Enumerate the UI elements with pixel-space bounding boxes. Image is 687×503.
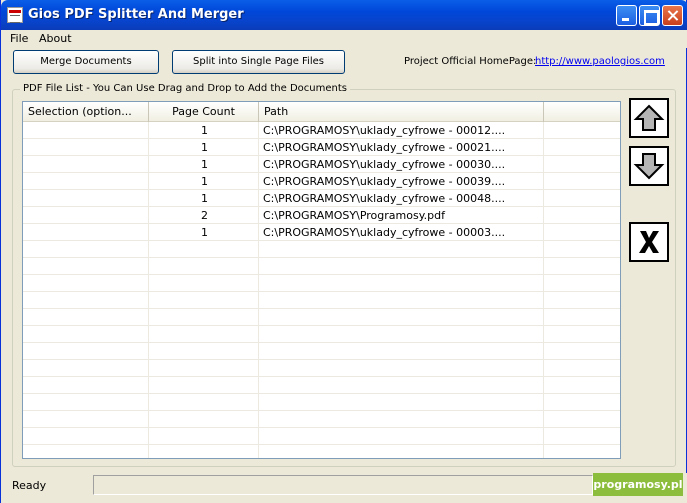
- watermark-logo: programosy.pl: [593, 473, 683, 496]
- table-row[interactable]: 1 C:\PROGRAMOSY\uklady_cyfrowe - 00003...…: [23, 224, 620, 241]
- move-up-button[interactable]: [629, 98, 669, 138]
- selection-cell: [23, 122, 149, 139]
- page-count-cell: 1: [201, 192, 208, 205]
- column-divider: [543, 122, 544, 458]
- page-count-cell: 1: [201, 226, 208, 239]
- window-title: Gios PDF Splitter And Merger: [28, 7, 244, 22]
- path-cell: C:\PROGRAMOSY\uklady_cyfrowe - 00048....: [263, 192, 506, 205]
- status-text: Ready: [12, 479, 47, 492]
- table-row[interactable]: [23, 275, 620, 292]
- menu-about[interactable]: About: [39, 32, 72, 45]
- table-row[interactable]: [23, 428, 620, 445]
- column-header-selection[interactable]: Selection (option...: [23, 102, 149, 122]
- minimize-button[interactable]: [616, 5, 637, 26]
- path-cell: C:\PROGRAMOSY\Programosy.pdf: [263, 209, 445, 222]
- table-row[interactable]: [23, 309, 620, 326]
- page-count-cell: 1: [201, 175, 208, 188]
- status-panel: [93, 475, 593, 495]
- app-window: Gios PDF Splitter And Merger File About …: [0, 0, 687, 503]
- maximize-button[interactable]: [639, 5, 660, 26]
- table-row[interactable]: 1 C:\PROGRAMOSY\uklady_cyfrowe - 00021...…: [23, 139, 620, 156]
- selection-cell: [23, 190, 149, 207]
- selection-cell: [23, 207, 149, 224]
- column-divider: [258, 122, 259, 458]
- status-bar: Ready: [1, 473, 687, 503]
- app-icon[interactable]: [7, 7, 23, 23]
- selection-cell: [23, 224, 149, 241]
- pdf-file-list[interactable]: Selection (option... Page Count Path 1 C:…: [22, 101, 621, 459]
- table-row[interactable]: 1 C:\PROGRAMOSY\uklady_cyfrowe - 00030...…: [23, 156, 620, 173]
- table-row[interactable]: [23, 241, 620, 258]
- close-button[interactable]: [662, 5, 683, 26]
- table-row[interactable]: [23, 292, 620, 309]
- table-row[interactable]: [23, 343, 620, 360]
- merge-documents-button[interactable]: Merge Documents: [13, 50, 159, 74]
- menu-file[interactable]: File: [10, 32, 28, 45]
- path-cell: C:\PROGRAMOSY\uklady_cyfrowe - 00039....: [263, 175, 506, 188]
- homepage-link[interactable]: http://www.paologios.com: [535, 56, 665, 67]
- table-row[interactable]: 1 C:\PROGRAMOSY\uklady_cyfrowe - 00048...…: [23, 190, 620, 207]
- page-count-cell: 1: [201, 141, 208, 154]
- column-divider: [148, 122, 149, 458]
- homepage-label: Project Official HomePage:: [404, 56, 537, 67]
- table-row[interactable]: [23, 326, 620, 343]
- table-row[interactable]: [23, 445, 620, 458]
- table-row[interactable]: 1 C:\PROGRAMOSY\uklady_cyfrowe - 00039...…: [23, 173, 620, 190]
- title-bar[interactable]: Gios PDF Splitter And Merger: [1, 0, 687, 30]
- selection-cell: [23, 139, 149, 156]
- selection-cell: [23, 156, 149, 173]
- split-pages-button[interactable]: Split into Single Page Files: [172, 50, 345, 74]
- selection-cell: [23, 173, 149, 190]
- path-cell: C:\PROGRAMOSY\uklady_cyfrowe - 00012....: [263, 124, 506, 137]
- column-header-page-count[interactable]: Page Count: [149, 102, 259, 122]
- table-row[interactable]: 2 C:\PROGRAMOSY\Programosy.pdf: [23, 207, 620, 224]
- page-count-cell: 2: [201, 209, 208, 222]
- table-row[interactable]: [23, 411, 620, 428]
- list-header: Selection (option... Page Count Path: [23, 102, 620, 122]
- path-cell: C:\PROGRAMOSY\uklady_cyfrowe - 00003....: [263, 226, 506, 239]
- table-row[interactable]: [23, 394, 620, 411]
- page-count-cell: 1: [201, 124, 208, 137]
- arrow-up-icon: [633, 104, 665, 131]
- table-row[interactable]: [23, 258, 620, 275]
- path-cell: C:\PROGRAMOSY\uklady_cyfrowe - 00021....: [263, 141, 506, 154]
- arrow-down-icon: [633, 153, 665, 180]
- page-count-cell: 1: [201, 158, 208, 171]
- move-down-button[interactable]: [629, 146, 669, 186]
- file-list-legend: PDF File List - You Can Use Drag and Dro…: [20, 83, 350, 94]
- path-cell: C:\PROGRAMOSY\uklady_cyfrowe - 00030....: [263, 158, 506, 171]
- remove-document-button[interactable]: [629, 222, 669, 262]
- column-header-path[interactable]: Path: [259, 102, 544, 122]
- menu-bar: File About: [1, 30, 687, 48]
- table-row[interactable]: [23, 377, 620, 394]
- table-row[interactable]: [23, 360, 620, 377]
- delete-x-icon: [639, 231, 659, 253]
- table-row[interactable]: 1 C:\PROGRAMOSY\uklady_cyfrowe - 00012...…: [23, 122, 620, 139]
